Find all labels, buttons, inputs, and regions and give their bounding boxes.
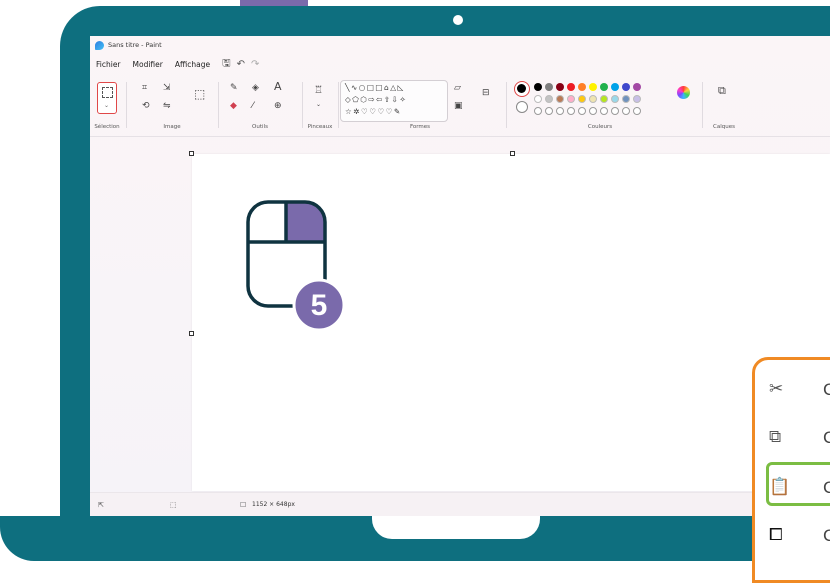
color-swatch[interactable] bbox=[534, 95, 542, 103]
color-swatch[interactable] bbox=[578, 95, 586, 103]
custom-color-slot[interactable] bbox=[545, 107, 553, 115]
mouse-illustration: 5 bbox=[246, 200, 346, 330]
group-calques: ⧉ Calques bbox=[704, 74, 744, 136]
custom-color-slot[interactable] bbox=[534, 107, 542, 115]
color-swatch[interactable] bbox=[556, 83, 564, 91]
group-label-couleurs: Couleurs bbox=[587, 124, 613, 130]
title-bar: Sans titre - Paint bbox=[90, 36, 830, 54]
menu-modifier[interactable]: Modifier bbox=[133, 60, 163, 69]
context-menu-label: C bbox=[823, 526, 830, 545]
context-menu-copy[interactable]: ⧉ C bbox=[755, 418, 830, 456]
custom-color-slot[interactable] bbox=[611, 107, 619, 115]
context-menu-paste-from[interactable]: ⧠ C bbox=[755, 516, 830, 554]
menu-bar: Fichier Modifier Affichage 🖫 ↶ ↷ bbox=[90, 56, 259, 72]
laptop-notch bbox=[372, 516, 540, 539]
custom-color-slot[interactable] bbox=[556, 107, 564, 115]
custom-color-slot[interactable] bbox=[567, 107, 575, 115]
color-swatch[interactable] bbox=[545, 83, 553, 91]
scissors-icon: ✂ bbox=[769, 379, 784, 399]
layers-icon[interactable]: ⧉ bbox=[718, 85, 726, 96]
color-swatch[interactable] bbox=[545, 95, 553, 103]
color-wheel-icon[interactable] bbox=[677, 86, 690, 99]
menu-fichier[interactable]: Fichier bbox=[96, 60, 121, 69]
color-swatch[interactable] bbox=[622, 95, 630, 103]
color-swatch[interactable] bbox=[567, 83, 575, 91]
paint-logo-icon bbox=[95, 40, 104, 50]
undo-icon[interactable]: ↶ bbox=[237, 59, 245, 70]
color-swatch[interactable] bbox=[589, 95, 597, 103]
ribbon: ⌄ Sélection ⌗ ⇲ ⟲ ⇋ ⬚ Image ✎ ◈ A ◆ ⁄ ⊕ … bbox=[90, 74, 830, 137]
canvas-area bbox=[90, 137, 830, 492]
color-swatch[interactable] bbox=[600, 95, 608, 103]
color-swatch[interactable] bbox=[556, 95, 564, 103]
status-bar: ⇱ ⬚ ☐ 1152 × 648px ⊡ bbox=[90, 492, 830, 516]
custom-color-slot[interactable] bbox=[600, 107, 608, 115]
redo-icon[interactable]: ↷ bbox=[251, 59, 259, 70]
group-couleurs: Couleurs bbox=[90, 74, 700, 136]
save-icon[interactable]: 🖫 bbox=[222, 56, 231, 73]
webcam bbox=[453, 15, 463, 25]
step-number: 5 bbox=[311, 289, 328, 322]
group-label-calques: Calques bbox=[713, 124, 735, 130]
resize-handle[interactable] bbox=[189, 151, 194, 156]
custom-color-slot[interactable] bbox=[633, 107, 641, 115]
color-swatch[interactable] bbox=[600, 83, 608, 91]
paste-highlight bbox=[766, 462, 830, 506]
resize-handle[interactable] bbox=[510, 151, 515, 156]
color-swatch[interactable] bbox=[611, 95, 619, 103]
custom-color-slot[interactable] bbox=[589, 107, 597, 115]
selection-size-icon: ⬚ bbox=[170, 501, 177, 509]
canvas-size-icon: ☐ bbox=[240, 501, 247, 509]
color-swatch[interactable] bbox=[633, 83, 641, 91]
divider bbox=[702, 82, 703, 128]
menu-affichage[interactable]: Affichage bbox=[175, 60, 210, 69]
color-swatch[interactable] bbox=[611, 83, 619, 91]
copy-icon: ⧉ bbox=[769, 427, 782, 447]
cursor-position-icon: ⇱ bbox=[98, 501, 104, 509]
primary-color-button[interactable] bbox=[514, 81, 530, 97]
color-swatch[interactable] bbox=[534, 83, 542, 91]
context-menu-label: C bbox=[823, 428, 830, 447]
canvas-size-text: 1152 × 648px bbox=[252, 501, 295, 508]
context-menu-label: C bbox=[823, 380, 830, 399]
color-swatch[interactable] bbox=[567, 95, 575, 103]
color-swatch[interactable] bbox=[589, 83, 597, 91]
custom-color-slot[interactable] bbox=[622, 107, 630, 115]
window-title: Sans titre - Paint bbox=[108, 41, 162, 49]
color-swatch[interactable] bbox=[633, 95, 641, 103]
paint-window: Sans titre - Paint Fichier Modifier Affi… bbox=[90, 36, 830, 516]
secondary-color-button[interactable] bbox=[516, 101, 528, 113]
paste-from-icon: ⧠ bbox=[769, 525, 783, 545]
primary-color-swatch bbox=[517, 84, 526, 93]
resize-handle[interactable] bbox=[189, 331, 194, 336]
color-swatch[interactable] bbox=[578, 83, 586, 91]
color-swatch[interactable] bbox=[622, 83, 630, 91]
context-menu-cut[interactable]: ✂ C bbox=[755, 370, 830, 408]
custom-color-slot[interactable] bbox=[578, 107, 586, 115]
